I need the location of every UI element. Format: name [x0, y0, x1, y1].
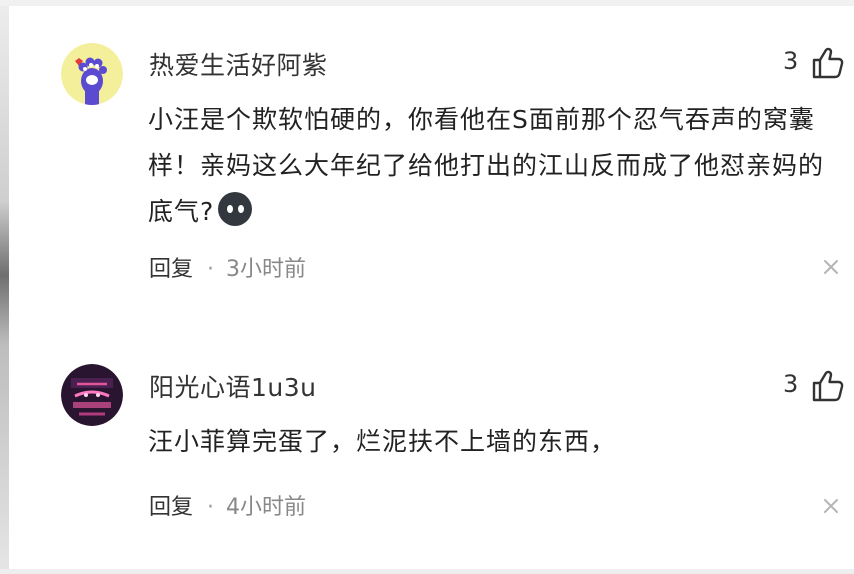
background-edge [0, 0, 9, 574]
bottom-divider [0, 569, 854, 574]
separator-dot: · [207, 257, 215, 282]
top-divider [0, 0, 854, 6]
reply-button[interactable]: 回复 [149, 257, 193, 282]
username[interactable]: 阳光心语1u3u [149, 368, 317, 404]
comment-body: 汪小菲算完蛋了，烂泥扶不上墙的东西， [148, 427, 617, 456]
comment-meta: 回复 · 4小时前 [149, 489, 306, 521]
like-count: 3 [783, 47, 799, 75]
avatar[interactable] [61, 43, 123, 105]
close-icon[interactable] [822, 497, 840, 515]
reply-button[interactable]: 回复 [149, 495, 193, 520]
like-count: 3 [783, 370, 799, 398]
comment-meta: 回复 · 3小时前 [149, 251, 306, 283]
avatar[interactable] [61, 364, 123, 426]
paw-avatar-icon [61, 43, 123, 105]
thumbs-up-icon[interactable] [811, 369, 845, 403]
separator-dot: · [207, 495, 215, 520]
emoji-face-icon [218, 192, 253, 226]
timestamp: 3小时前 [226, 257, 307, 282]
close-icon[interactable] [822, 258, 840, 276]
thumbs-up-icon[interactable] [811, 46, 845, 80]
username[interactable]: 热爱生活好阿紫 [149, 46, 328, 82]
neon-avatar-icon [61, 364, 123, 426]
comment-text: 汪小菲算完蛋了，烂泥扶不上墙的东西， [148, 419, 848, 465]
timestamp: 4小时前 [226, 495, 307, 520]
comment-text: 小汪是个欺软怕硬的，你看他在S面前那个忍气吞声的窝囊样！亲妈这么大年纪了给他打出… [148, 97, 848, 235]
